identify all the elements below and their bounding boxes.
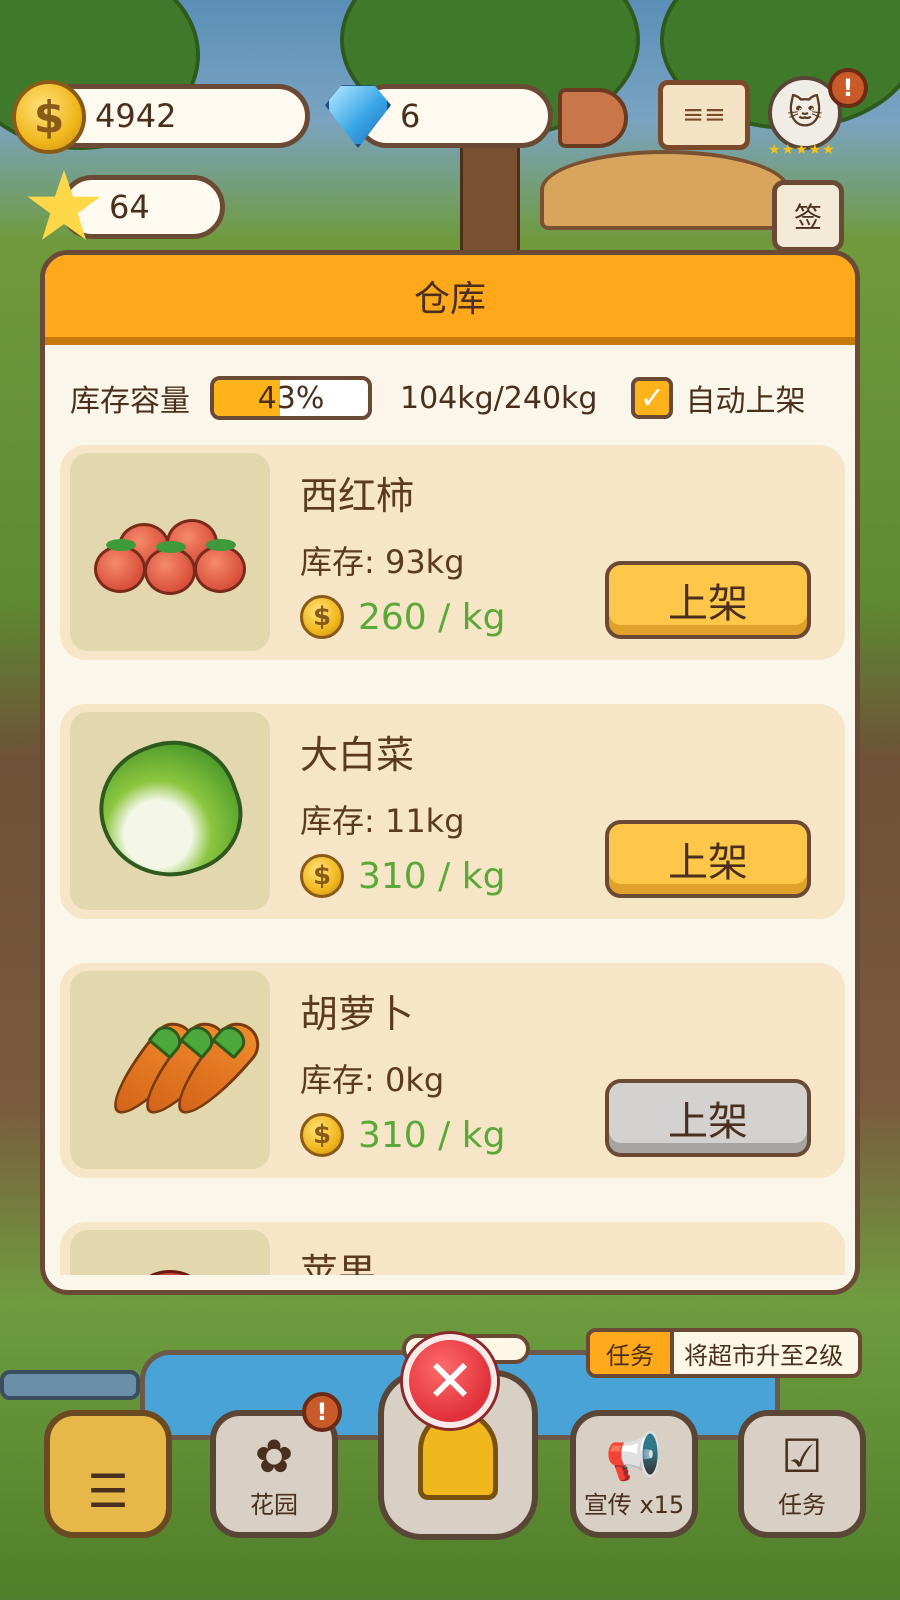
leaf-shape <box>156 541 186 553</box>
apple-shape <box>130 1270 210 1275</box>
task-tag: 任务 <box>590 1332 674 1374</box>
item-price: $ 310 / kg <box>300 854 505 898</box>
capacity-weight: 104kg/240kg <box>400 380 598 416</box>
auto-list-checkbox[interactable]: ✓ <box>631 377 674 419</box>
warehouse-panel: 仓库 库存容量 43% 104kg/240kg ✓ 自动上架 西红柿 库存: 9… <box>40 250 860 1295</box>
alert-icon: ! <box>828 68 868 108</box>
apple-icon <box>70 1230 270 1275</box>
rating-stars: ★★★★★ <box>768 142 836 158</box>
list-on-shelf-button[interactable]: 上架 <box>605 820 811 898</box>
star-count: 64 <box>109 188 150 226</box>
book-icon[interactable]: ≡≡ <box>658 80 750 150</box>
shelf-button-label: 上架 <box>668 581 748 627</box>
list-item: 胡萝卜 库存: 0kg $ 310 / kg 上架 <box>60 963 845 1178</box>
cabbage-shape <box>81 722 259 897</box>
gem-counter: 6 <box>355 84 553 148</box>
shelf-button-label: 上架 <box>668 1099 748 1145</box>
close-button[interactable]: ✕ <box>403 1334 497 1428</box>
item-price: $ 310 / kg <box>300 1113 505 1157</box>
leaf-shape <box>206 539 236 551</box>
item-stock: 库存: 93kg <box>300 543 465 581</box>
close-icon: ✕ <box>425 1347 475 1415</box>
water-pipe <box>0 1370 140 1400</box>
flower-icon: ✿ <box>254 1429 294 1483</box>
shelf-button-label: 上架 <box>668 840 748 886</box>
list-icon: ☰ <box>87 1464 129 1518</box>
item-name: 西红柿 <box>300 474 415 518</box>
list-on-shelf-button-disabled[interactable]: 上架 <box>605 1079 811 1157</box>
item-list[interactable]: 西红柿 库存: 93kg $ 260 / kg 上架 大白菜 库存: 11kg … <box>60 445 845 1275</box>
sign-in-label: 签 <box>793 201 822 234</box>
item-stock: 库存: 11kg <box>300 802 465 840</box>
check-icon: ✓ <box>639 380 666 416</box>
coin-count: 4942 <box>95 97 177 135</box>
tasks-label: 任务 <box>778 1491 826 1519</box>
tomato-shape <box>194 545 246 593</box>
price-value: 310 / kg <box>358 1114 506 1156</box>
gem-count: 6 <box>400 97 421 135</box>
tomato-icon <box>70 453 270 651</box>
tasks-button[interactable]: ☑ 任务 <box>738 1410 866 1538</box>
garden-label: 花园 <box>250 1491 298 1519</box>
auto-list-label: 自动上架 <box>685 384 806 419</box>
promote-label: 宣传 x15 <box>583 1491 685 1519</box>
capacity-progress-bar: 43% <box>210 376 372 420</box>
list-item: 大白菜 库存: 11kg $ 310 / kg 上架 <box>60 704 845 919</box>
item-name: 苹果 <box>300 1251 377 1275</box>
menu-button[interactable]: ☰ <box>44 1410 172 1538</box>
capacity-row: 库存容量 43% 104kg/240kg ✓ 自动上架 <box>70 373 850 423</box>
warehouse-header: 仓库 <box>45 255 855 345</box>
alert-icon: ! <box>302 1392 342 1432</box>
item-name: 大白菜 <box>300 733 415 777</box>
checklist-icon: ☑ <box>781 1429 823 1483</box>
coin-icon: $ <box>300 595 344 639</box>
coin-icon: $ <box>12 80 86 154</box>
list-item: 西红柿 库存: 93kg $ 260 / kg 上架 <box>60 445 845 660</box>
megaphone-icon: 📢 <box>605 1429 663 1483</box>
price-value: 260 / kg <box>358 596 506 638</box>
item-price: $ 260 / kg <box>300 595 505 639</box>
capacity-label: 库存容量 <box>70 384 190 419</box>
promote-button[interactable]: 📢 宣传 x15 <box>570 1410 698 1538</box>
coin-icon: $ <box>300 854 344 898</box>
leaf-shape <box>106 539 136 551</box>
sign-in-button[interactable]: 签 <box>772 180 844 252</box>
item-name: 胡萝卜 <box>300 992 415 1036</box>
hut-roof <box>540 150 790 230</box>
task-text: 将超市升至2级 <box>684 1341 844 1370</box>
tomato-shape <box>144 547 196 595</box>
price-value: 310 / kg <box>358 855 506 897</box>
current-task-banner[interactable]: 任务 将超市升至2级 <box>586 1328 862 1378</box>
tomato-shape <box>94 545 146 593</box>
megaphone-icon[interactable] <box>558 88 628 148</box>
item-stock: 库存: 0kg <box>300 1061 445 1099</box>
carrot-icon <box>70 971 270 1169</box>
panel-title: 仓库 <box>413 279 486 320</box>
list-on-shelf-button[interactable]: 上架 <box>605 561 811 639</box>
list-item: 苹果 <box>60 1222 845 1275</box>
capacity-percent: 43% <box>257 380 325 416</box>
coin-icon: $ <box>300 1113 344 1157</box>
cabbage-icon <box>70 712 270 910</box>
